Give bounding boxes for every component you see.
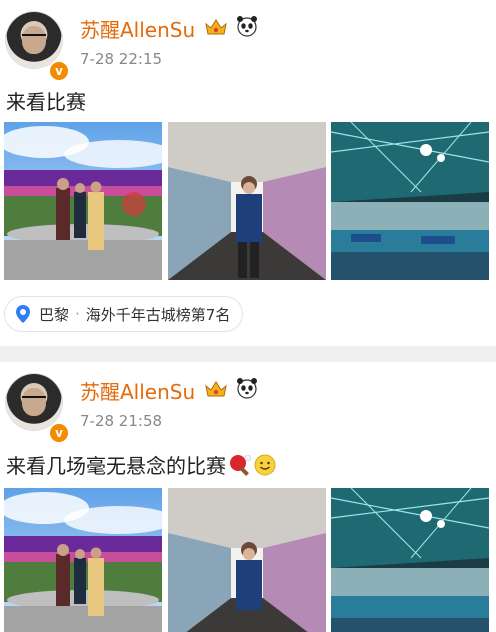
avatar[interactable]: v — [6, 374, 70, 444]
panda-badge-icon[interactable] — [236, 15, 258, 37]
post-photo[interactable] — [4, 122, 162, 280]
post-photo[interactable] — [331, 122, 489, 280]
avatar[interactable]: v — [6, 12, 70, 82]
verified-badge: v — [48, 422, 70, 444]
post-text-content: 来看比赛 — [6, 90, 86, 114]
post-time[interactable]: 7-28 22:15 — [80, 50, 162, 68]
photo-walkway-scene — [168, 488, 326, 632]
location-city: 巴黎 — [39, 305, 70, 324]
avatar-glasses — [22, 396, 46, 404]
post-text-content: 来看几场毫无悬念的比赛 — [6, 454, 226, 478]
post-text[interactable]: 来看几场毫无悬念的比赛 — [6, 450, 276, 479]
post-photo[interactable] — [331, 488, 489, 632]
post-time[interactable]: 7-28 21:58 — [80, 412, 162, 430]
post-photo[interactable] — [168, 488, 326, 632]
photo-arena-scene — [331, 122, 489, 280]
post-text[interactable]: 来看比赛 — [6, 86, 86, 115]
location-detail: 海外千年古城榜第7名 — [85, 305, 231, 324]
post-divider — [0, 346, 496, 362]
panda-badge-icon[interactable] — [236, 377, 258, 399]
crown-badge-icon[interactable] — [204, 379, 228, 399]
post-photo[interactable] — [4, 488, 162, 632]
location-pin-icon — [16, 305, 30, 323]
smile-emoji-icon — [254, 454, 276, 475]
photo-arena-scene — [331, 488, 489, 632]
location-tag[interactable]: 巴黎 · 海外千年古城榜第7名 — [4, 296, 244, 332]
crown-badge-icon[interactable] — [204, 17, 228, 37]
photo-walkway-scene — [168, 122, 326, 280]
verified-badge: v — [48, 60, 70, 82]
location-separator: · — [75, 305, 80, 323]
post-photo[interactable] — [168, 122, 326, 280]
photo-outdoor-scene — [4, 122, 162, 280]
author-name[interactable]: 苏醒AllenSu — [80, 376, 195, 405]
avatar-glasses — [22, 34, 46, 42]
author-name[interactable]: 苏醒AllenSu — [80, 14, 195, 43]
photo-outdoor-scene — [4, 488, 162, 632]
ping-pong-emoji-icon — [230, 454, 252, 476]
